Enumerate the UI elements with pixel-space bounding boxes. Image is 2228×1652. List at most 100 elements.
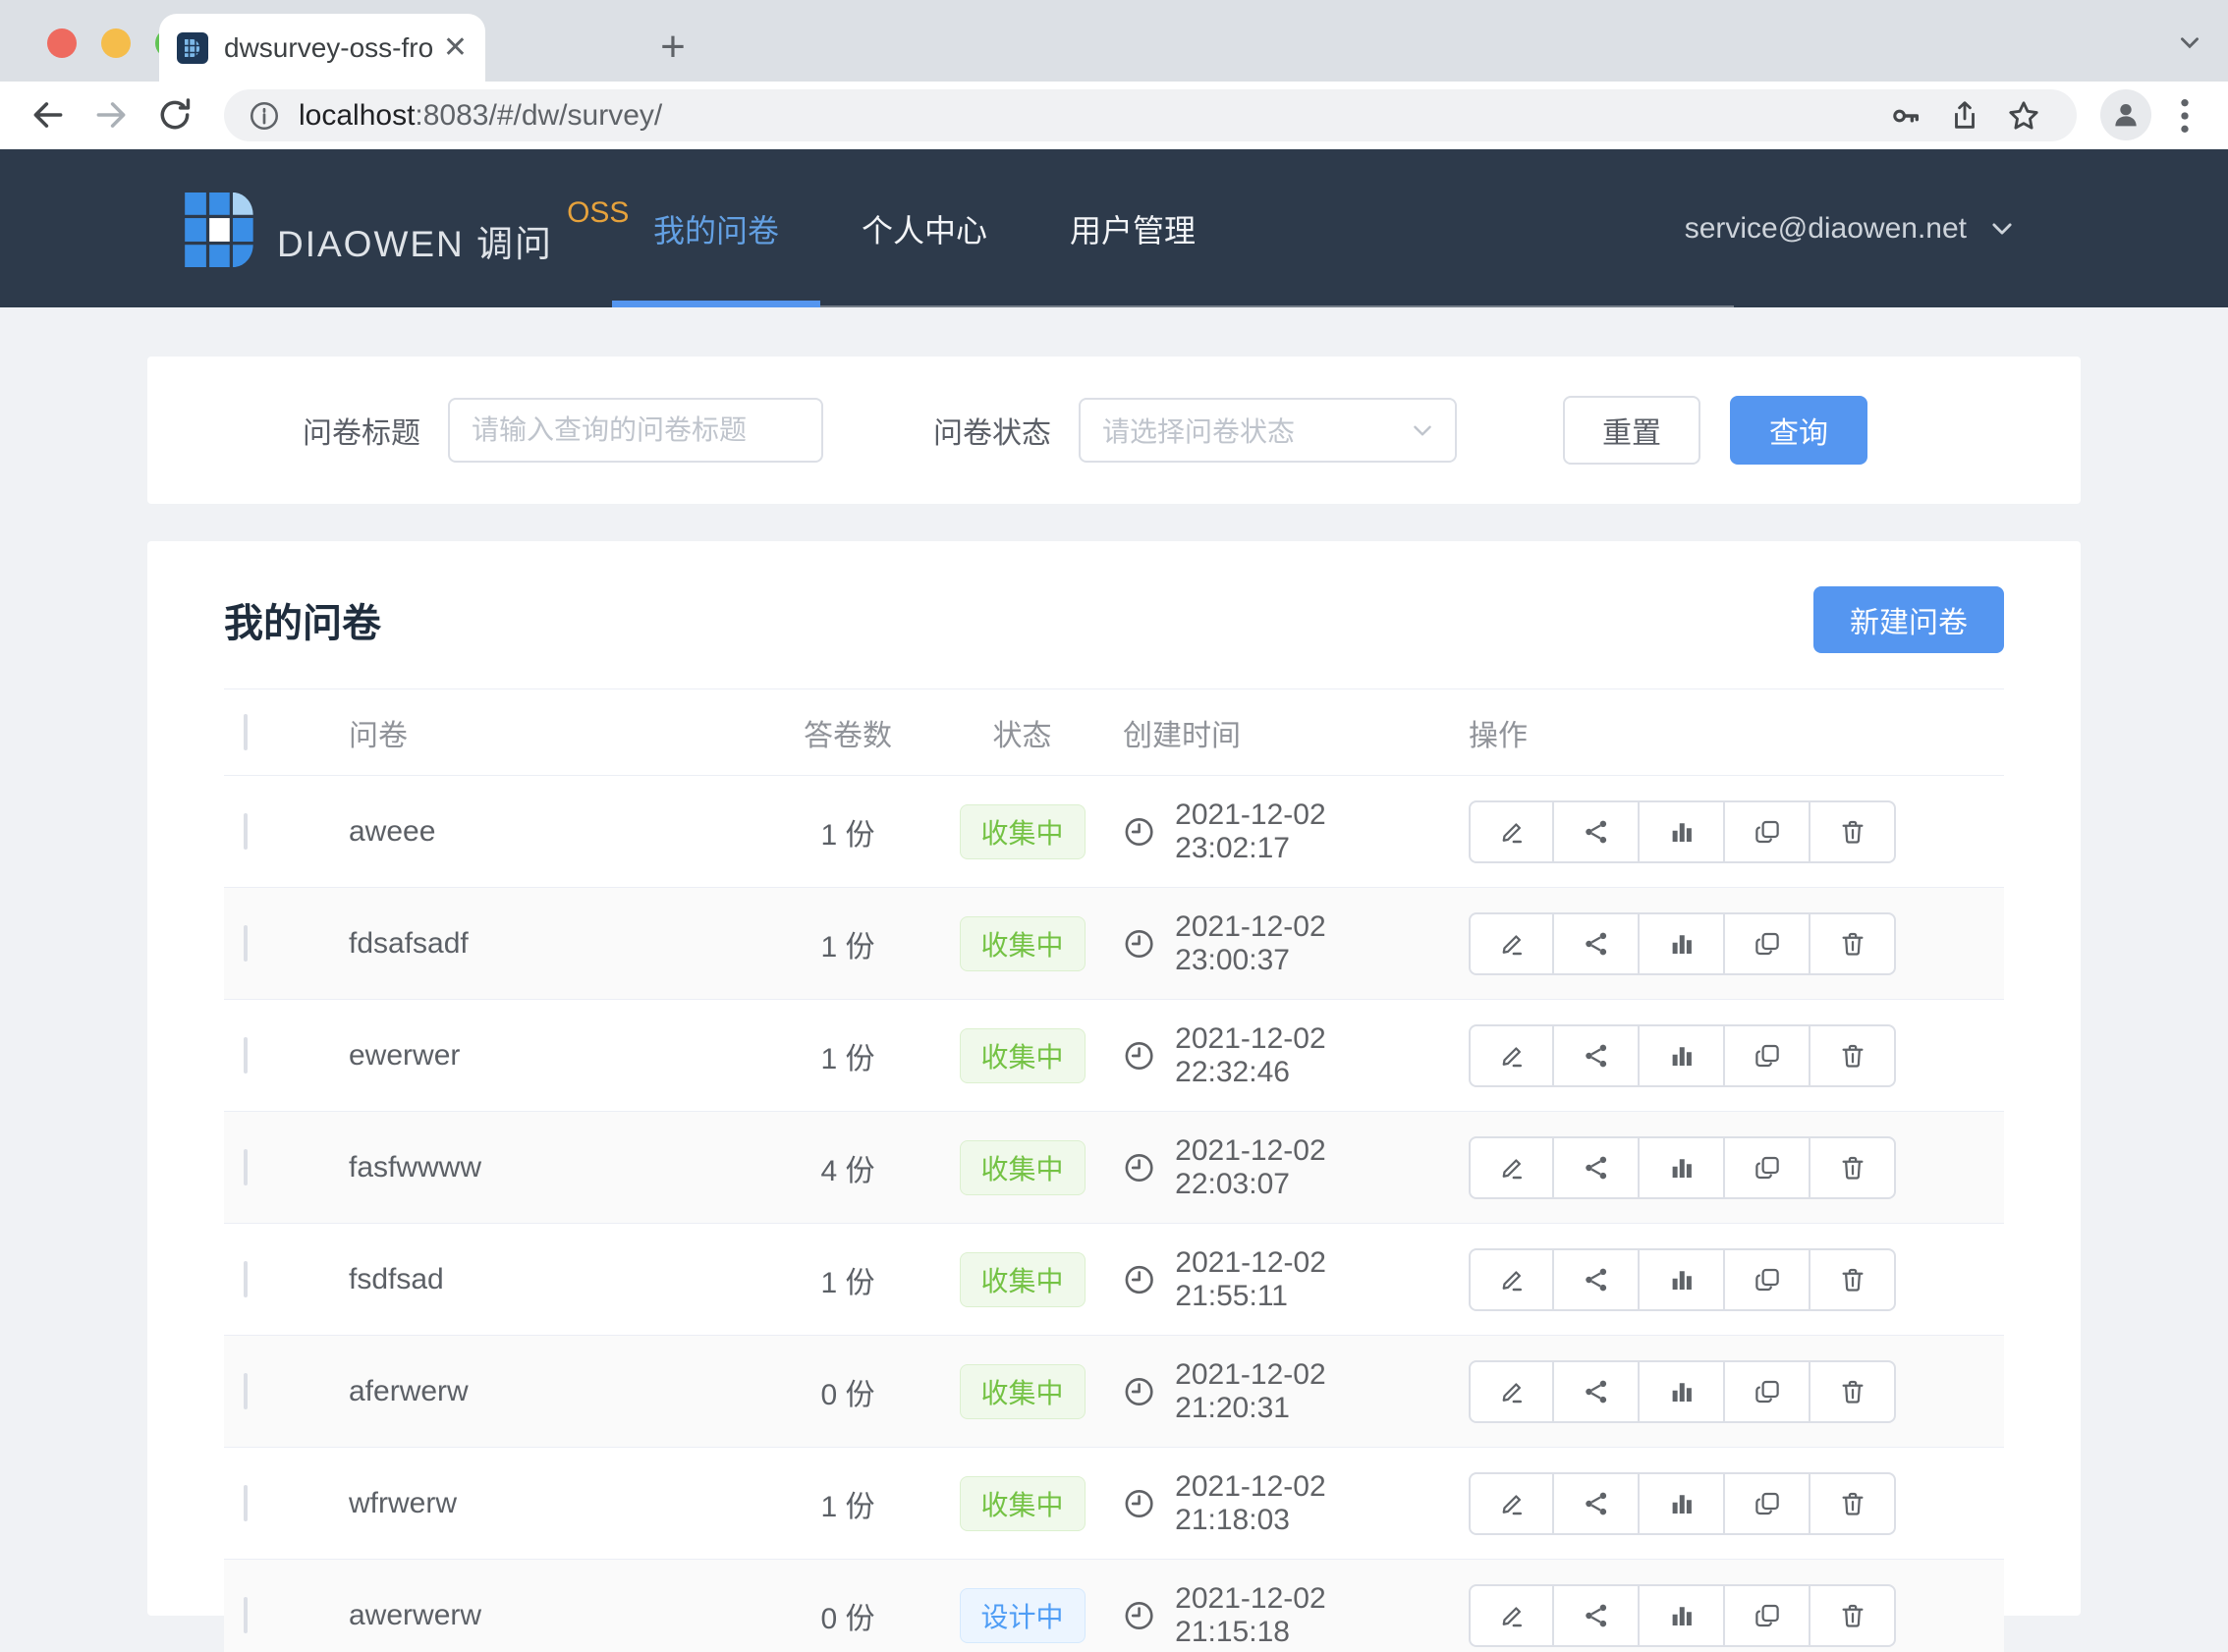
share-button[interactable] xyxy=(1554,1360,1640,1423)
delete-button[interactable] xyxy=(1810,800,1896,863)
address-bar[interactable]: localhost:8083/#/dw/survey/ xyxy=(224,89,2077,141)
stats-button[interactable] xyxy=(1640,1472,1725,1535)
create-survey-button[interactable]: 新建问卷 xyxy=(1813,586,2004,653)
survey-name[interactable]: aweee xyxy=(327,815,774,849)
chart-icon xyxy=(1667,1265,1697,1294)
nav-item-user-management[interactable]: 用户管理 xyxy=(1029,149,1237,307)
nav-item-my-surveys[interactable]: 我的问卷 xyxy=(612,149,820,307)
row-checkbox[interactable] xyxy=(244,1485,248,1521)
edit-button[interactable] xyxy=(1469,1024,1554,1087)
stats-button[interactable] xyxy=(1640,1136,1725,1199)
copy-button[interactable] xyxy=(1725,1136,1810,1199)
row-actions xyxy=(1469,800,1896,863)
edit-icon xyxy=(1497,1041,1527,1071)
search-button[interactable]: 查询 xyxy=(1730,396,1867,465)
new-tab-button[interactable]: + xyxy=(652,28,694,69)
edit-button[interactable] xyxy=(1469,1136,1554,1199)
tab-search-chevron-icon[interactable] xyxy=(2177,29,2202,55)
row-checkbox[interactable] xyxy=(244,1373,248,1409)
delete-button[interactable] xyxy=(1810,912,1896,975)
copy-button[interactable] xyxy=(1725,1472,1810,1535)
copy-button[interactable] xyxy=(1725,800,1810,863)
select-all-checkbox[interactable] xyxy=(244,714,248,750)
survey-name[interactable]: fsdfsad xyxy=(327,1263,774,1296)
share-button[interactable] xyxy=(1554,800,1640,863)
created-time: 2021-12-02 23:02:17 xyxy=(1175,798,1442,865)
delete-button[interactable] xyxy=(1810,1248,1896,1311)
copy-button[interactable] xyxy=(1725,912,1810,975)
delete-icon xyxy=(1838,929,1867,959)
stats-button[interactable] xyxy=(1640,1248,1725,1311)
bookmark-star-icon[interactable] xyxy=(1994,98,2053,134)
forward-button[interactable] xyxy=(88,92,134,138)
survey-title-input[interactable] xyxy=(448,398,823,463)
edit-button[interactable] xyxy=(1469,1360,1554,1423)
copy-icon xyxy=(1753,817,1782,847)
password-key-icon[interactable] xyxy=(1876,99,1935,133)
info-icon[interactable] xyxy=(248,99,281,133)
stats-button[interactable] xyxy=(1640,1360,1725,1423)
delete-button[interactable] xyxy=(1810,1024,1896,1087)
share-button[interactable] xyxy=(1554,1136,1640,1199)
delete-button[interactable] xyxy=(1810,1360,1896,1423)
share-button[interactable] xyxy=(1554,1584,1640,1647)
row-checkbox[interactable] xyxy=(244,1149,248,1185)
user-menu[interactable]: service@diaowen.net xyxy=(1685,149,2016,307)
delete-icon xyxy=(1838,1153,1867,1183)
survey-name[interactable]: fasfwwww xyxy=(327,1151,774,1184)
row-checkbox[interactable] xyxy=(244,813,248,850)
survey-status-label: 问卷状态 xyxy=(933,409,1051,452)
table-row: fsdfsad 1 份 收集中 2021-12-02 21:55:11 xyxy=(224,1224,2004,1336)
delete-button[interactable] xyxy=(1810,1584,1896,1647)
reset-button[interactable]: 重置 xyxy=(1563,396,1700,465)
share-button[interactable] xyxy=(1554,912,1640,975)
copy-button[interactable] xyxy=(1725,1360,1810,1423)
edit-button[interactable] xyxy=(1469,1472,1554,1535)
copy-button[interactable] xyxy=(1725,1248,1810,1311)
row-checkbox[interactable] xyxy=(244,925,248,962)
copy-button[interactable] xyxy=(1725,1584,1810,1647)
survey-name[interactable]: ewerwer xyxy=(327,1039,774,1073)
back-button[interactable] xyxy=(26,92,71,138)
copy-icon xyxy=(1753,1041,1782,1071)
stats-button[interactable] xyxy=(1640,800,1725,863)
edit-button[interactable] xyxy=(1469,800,1554,863)
share-button[interactable] xyxy=(1554,1248,1640,1311)
edit-button[interactable] xyxy=(1469,912,1554,975)
row-checkbox[interactable] xyxy=(244,1037,248,1074)
edit-button[interactable] xyxy=(1469,1584,1554,1647)
nav-item-personal-center[interactable]: 个人中心 xyxy=(820,149,1029,307)
survey-name[interactable]: aferwerw xyxy=(327,1375,774,1408)
share-page-icon[interactable] xyxy=(1935,99,1994,133)
share-icon xyxy=(1582,1153,1611,1183)
share-button[interactable] xyxy=(1554,1024,1640,1087)
survey-status-placeholder: 请选择问卷状态 xyxy=(1102,411,1410,450)
survey-name[interactable]: fdsafsadf xyxy=(327,927,774,961)
survey-status-select[interactable]: 请选择问卷状态 xyxy=(1079,398,1457,463)
col-header-status: 状态 xyxy=(921,711,1123,754)
stats-button[interactable] xyxy=(1640,912,1725,975)
browser-profile-avatar[interactable] xyxy=(2100,89,2151,140)
col-header-responses: 答卷数 xyxy=(774,711,921,754)
browser-menu-icon[interactable] xyxy=(2165,93,2204,138)
row-checkbox[interactable] xyxy=(244,1597,248,1633)
brand[interactable]: DIAOWEN 调问 OSS xyxy=(185,193,629,267)
survey-name[interactable]: awerwerw xyxy=(327,1599,774,1632)
stats-button[interactable] xyxy=(1640,1584,1725,1647)
stats-button[interactable] xyxy=(1640,1024,1725,1087)
window-minimize-button[interactable] xyxy=(101,28,131,58)
clock-icon xyxy=(1123,815,1155,849)
chart-icon xyxy=(1667,1489,1697,1518)
browser-tab[interactable]: dwsurvey-oss-front-vue ✕ xyxy=(159,14,485,82)
reload-button[interactable] xyxy=(152,92,197,138)
share-button[interactable] xyxy=(1554,1472,1640,1535)
delete-button[interactable] xyxy=(1810,1472,1896,1535)
survey-name[interactable]: wfrwerw xyxy=(327,1487,774,1520)
row-checkbox[interactable] xyxy=(244,1261,248,1297)
edit-button[interactable] xyxy=(1469,1248,1554,1311)
tab-close-icon[interactable]: ✕ xyxy=(443,33,468,63)
copy-button[interactable] xyxy=(1725,1024,1810,1087)
url-text[interactable]: localhost:8083/#/dw/survey/ xyxy=(299,99,662,133)
delete-button[interactable] xyxy=(1810,1136,1896,1199)
window-close-button[interactable] xyxy=(47,28,77,58)
